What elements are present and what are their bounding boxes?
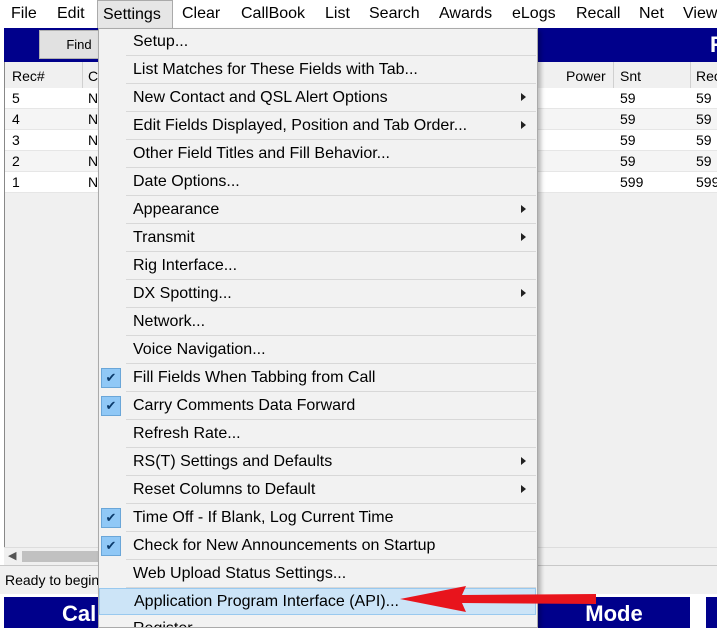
chevron-right-icon <box>521 233 526 241</box>
cell-rcvd: 599 <box>696 174 717 190</box>
menu-item-list-matches[interactable]: List Matches for These Fields with Tab..… <box>126 57 536 84</box>
cell-rec: 5 <box>12 90 20 106</box>
cell-c: N <box>88 153 99 169</box>
menu-list[interactable]: List <box>320 0 355 28</box>
chevron-right-icon <box>521 457 526 465</box>
menu-elogs[interactable]: eLogs <box>507 0 561 28</box>
cell-snt: 599 <box>620 174 644 190</box>
chevron-right-icon <box>521 93 526 101</box>
menu-item-label: Refresh Rate... <box>133 425 241 442</box>
cell-rcvd: 59 <box>696 90 712 106</box>
check-icon: ✔ <box>101 368 121 388</box>
menu-item-label: Appearance <box>133 201 220 218</box>
cell-rec: 1 <box>12 174 20 190</box>
column-header-rcvd[interactable]: Rec <box>696 66 717 86</box>
menu-clear[interactable]: Clear <box>177 0 225 28</box>
cell-rcvd: 59 <box>696 153 712 169</box>
menu-item-other-field-titles[interactable]: Other Field Titles and Fill Behavior... <box>126 141 536 168</box>
menu-item-label: Web Upload Status Settings... <box>133 565 347 582</box>
band-title-fragment: R <box>710 32 717 58</box>
menu-item-label: RS(T) Settings and Defaults <box>133 453 333 470</box>
menu-awards[interactable]: Awards <box>434 0 497 28</box>
menu-item-appearance[interactable]: Appearance <box>126 197 536 224</box>
cell-snt: 59 <box>620 153 636 169</box>
cell-snt: 59 <box>620 111 636 127</box>
menu-item-label: List Matches for These Fields with Tab..… <box>133 61 418 78</box>
cell-rec: 4 <box>12 111 20 127</box>
menu-item-label: Application Program Interface (API)... <box>134 593 399 610</box>
menu-search[interactable]: Search <box>364 0 425 28</box>
cell-c: N <box>88 132 99 148</box>
menu-item-new-contact-qsl-alert[interactable]: New Contact and QSL Alert Options <box>126 85 536 112</box>
menu-item-label: Setup... <box>133 33 189 50</box>
chevron-right-icon <box>521 205 526 213</box>
menu-item-voice-navigation[interactable]: Voice Navigation... <box>126 337 536 364</box>
menu-view[interactable]: View <box>678 0 717 28</box>
column-header-snt[interactable]: Snt <box>620 66 641 86</box>
check-icon: ✔ <box>101 396 121 416</box>
menu-item-label: Check for New Announcements on Startup <box>133 537 436 554</box>
menu-item-label: Carry Comments Data Forward <box>133 397 356 414</box>
menu-item-register[interactable]: Register... <box>126 616 536 627</box>
menu-item-label: Time Off - If Blank, Log Current Time <box>133 509 394 526</box>
menu-item-label: Voice Navigation... <box>133 341 266 358</box>
menu-item-label: Rig Interface... <box>133 257 238 274</box>
menu-bar: File Edit Settings Clear CallBook List S… <box>0 0 717 29</box>
status-text: Ready to begin <box>5 572 100 588</box>
column-header-power[interactable]: Power <box>566 66 606 86</box>
cell-c: N <box>88 174 99 190</box>
menu-item-network[interactable]: Network... <box>126 309 536 336</box>
menu-item-label: Transmit <box>133 229 195 246</box>
menu-item-carry-comments[interactable]: ✔ Carry Comments Data Forward <box>101 393 536 420</box>
menu-item-label: Fill Fields When Tabbing from Call <box>133 369 376 386</box>
menu-item-reset-columns[interactable]: Reset Columns to Default <box>126 477 536 504</box>
cell-rec: 3 <box>12 132 20 148</box>
cell-rec: 2 <box>12 153 20 169</box>
menu-item-check-announcements[interactable]: ✔ Check for New Announcements on Startup <box>101 533 536 560</box>
menu-item-fill-fields-tabbing[interactable]: ✔ Fill Fields When Tabbing from Call <box>101 365 536 392</box>
cell-c: N <box>88 90 99 106</box>
check-icon: ✔ <box>101 536 121 556</box>
red-arrow-icon <box>400 586 596 612</box>
menu-item-label: Other Field Titles and Fill Behavior... <box>133 145 390 162</box>
menu-item-rig-interface[interactable]: Rig Interface... <box>126 253 536 280</box>
scroll-thumb[interactable] <box>22 551 108 562</box>
menu-item-time-off[interactable]: ✔ Time Off - If Blank, Log Current Time <box>101 505 536 532</box>
menu-item-refresh-rate[interactable]: Refresh Rate... <box>126 421 536 448</box>
menu-item-dx-spotting[interactable]: DX Spotting... <box>126 281 536 308</box>
menu-item-label: Network... <box>133 313 206 330</box>
menu-item-label: Register... <box>133 619 205 627</box>
chevron-right-icon <box>521 485 526 493</box>
cell-snt: 59 <box>620 132 636 148</box>
settings-dropdown-menu: Setup... List Matches for These Fields w… <box>98 28 538 628</box>
cell-snt: 59 <box>620 90 636 106</box>
menu-settings[interactable]: Settings <box>97 0 173 29</box>
menu-edit[interactable]: Edit <box>52 0 90 28</box>
menu-net[interactable]: Net <box>634 0 669 28</box>
menu-callbook[interactable]: CallBook <box>236 0 310 28</box>
menu-item-label: Edit Fields Displayed, Position and Tab … <box>133 117 468 134</box>
call-panel-label: Cal <box>4 597 104 628</box>
menu-file[interactable]: File <box>6 0 42 28</box>
menu-recall[interactable]: Recall <box>571 0 625 28</box>
chevron-right-icon <box>521 289 526 297</box>
check-icon: ✔ <box>101 508 121 528</box>
menu-item-rst-settings[interactable]: RS(T) Settings and Defaults <box>126 449 536 476</box>
menu-item-label: Reset Columns to Default <box>133 481 316 498</box>
menu-item-edit-fields-displayed[interactable]: Edit Fields Displayed, Position and Tab … <box>126 113 536 140</box>
menu-item-date-options[interactable]: Date Options... <box>126 169 536 196</box>
menu-item-label: New Contact and QSL Alert Options <box>133 89 388 106</box>
menu-item-label: DX Spotting... <box>133 285 232 302</box>
column-header-c[interactable]: C <box>88 66 98 86</box>
chevron-right-icon <box>521 121 526 129</box>
cell-rcvd: 59 <box>696 111 712 127</box>
column-header-rec[interactable]: Rec# <box>12 66 45 86</box>
right-panel-edge <box>706 597 717 628</box>
menu-item-label: Date Options... <box>133 173 240 190</box>
scroll-left-icon[interactable]: ◀ <box>8 548 16 565</box>
menu-item-transmit[interactable]: Transmit <box>126 225 536 252</box>
cell-rcvd: 59 <box>696 132 712 148</box>
cell-c: N <box>88 111 99 127</box>
menu-item-setup[interactable]: Setup... <box>126 29 536 56</box>
